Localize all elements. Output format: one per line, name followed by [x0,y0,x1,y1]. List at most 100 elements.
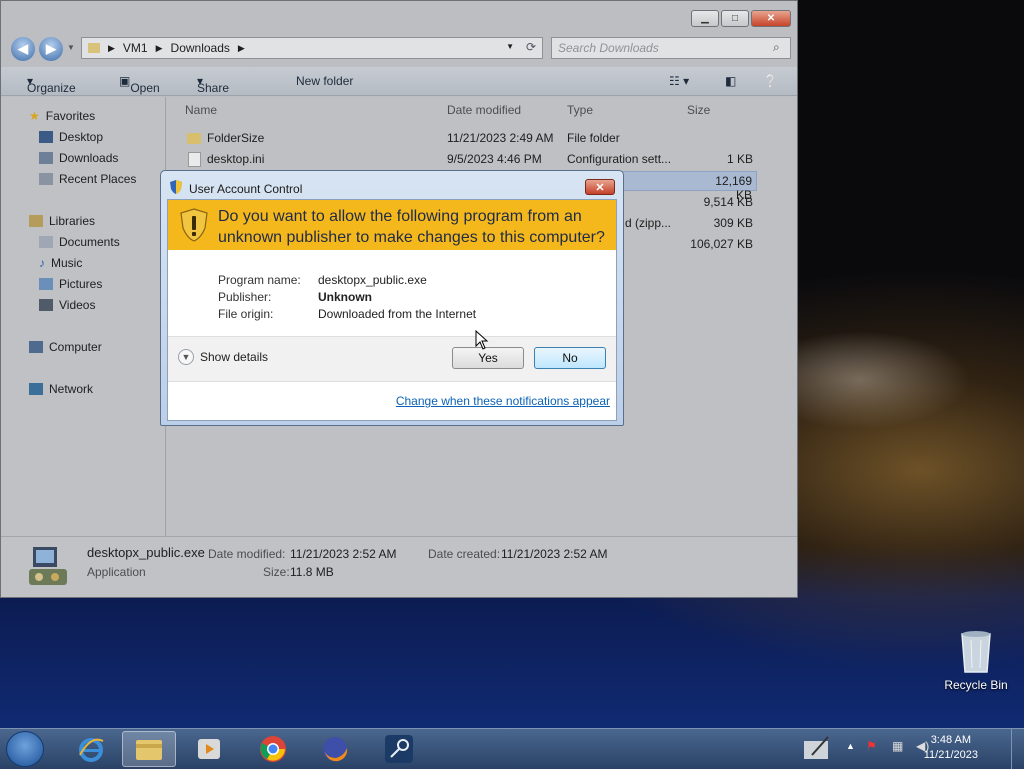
nav-downloads[interactable]: Downloads [39,151,118,165]
back-button[interactable]: ◀ [11,37,35,61]
recycle-bin[interactable]: Recycle Bin [940,630,1012,692]
internet-explorer-icon [79,738,104,762]
nav-recent-places[interactable]: Recent Places [39,172,136,186]
taskbar-chrome[interactable] [246,731,300,767]
breadcrumb-separator-icon: ▶ [108,42,115,53]
view-options-icon[interactable]: ☷ ▾ [669,74,689,88]
program-name-value: desktopx_public.exe [318,273,427,287]
details-created: 11/21/2023 2:52 AM [501,547,608,561]
file-size: 1 KB [726,152,753,166]
change-notifications-link[interactable]: Change when these notifications appear [396,394,610,408]
file-name: FolderSize [207,131,265,145]
share-with-button[interactable]: Share with ▾ [197,74,229,109]
taskbar-media-player[interactable] [182,731,236,767]
settings-file-icon [188,152,201,167]
file-size: 309 KB [713,216,753,230]
network-status-icon[interactable]: ▦ [892,739,903,753]
navigation-pane: ★ Favorites Desktop Downloads Recent Plac… [1,97,166,537]
recent-places-icon [39,173,53,185]
new-folder-button[interactable]: New folder [296,74,353,88]
details-size-label: Size: [263,565,290,579]
nav-documents[interactable]: Documents [39,235,120,249]
recent-pages-chevron-icon[interactable]: ▼ [67,43,75,52]
computer-icon [29,341,43,353]
chrome-icon [260,736,286,762]
action-center-icon[interactable] [802,735,832,763]
nav-music[interactable]: ♪ Music [39,256,82,270]
search-input[interactable]: Search Downloads [551,37,791,59]
videos-icon [39,299,53,311]
nav-pictures[interactable]: Pictures [39,277,102,291]
organize-button[interactable]: Organize ▾ [27,74,76,95]
file-type: Configuration sett... [567,152,672,166]
libraries-icon [29,215,43,227]
show-details-toggle[interactable]: ▼ Show details [178,349,268,365]
recycle-bin-icon [959,630,993,674]
firefox-icon [323,737,348,762]
pictures-icon [39,278,53,290]
refresh-icon[interactable]: ⟳ [526,40,536,54]
maximize-button[interactable]: □ [721,10,749,27]
column-date-modified[interactable]: Date modified [447,103,521,117]
details-filename: desktopx_public.exe [87,545,205,560]
file-row[interactable]: FolderSize 11/21/2023 2:49 AM File folde… [167,128,797,148]
preview-pane-icon[interactable]: ◧ [725,74,736,88]
file-date: 9/5/2023 4:46 PM [447,152,542,166]
publisher-value: Unknown [318,290,372,304]
network-icon [29,383,43,395]
nav-favorites[interactable]: ★ Favorites [29,109,95,123]
close-button[interactable]: ✕ [751,10,791,27]
recycle-bin-label: Recycle Bin [944,678,1008,692]
show-desktop-button[interactable] [1011,729,1024,769]
column-type[interactable]: Type [567,103,593,117]
taskbar-windows-explorer[interactable] [122,731,176,767]
file-size: 106,027 KB [690,237,753,251]
folder-icon [136,740,162,760]
taskbar-firefox[interactable] [308,731,362,767]
start-button[interactable] [6,731,44,767]
show-hidden-icons-icon[interactable]: ▲ [846,741,855,751]
chevron-down-icon: ▼ [178,349,194,365]
taskbar-internet-explorer[interactable] [64,731,118,767]
show-details-label: Show details [200,350,269,364]
open-button[interactable]: ▣ Open [119,74,160,95]
nav-network[interactable]: Network [29,382,93,396]
address-bar[interactable]: ▶ VM1 ▶ Downloads ▶ ▼ ⟳ [81,37,543,59]
nav-videos[interactable]: Videos [39,298,95,312]
breadcrumb-separator-icon: ▶ [237,42,245,53]
minimize-button[interactable]: ▁ [691,10,719,27]
address-dropdown-icon[interactable]: ▼ [506,42,514,51]
details-modified-label: Date modified: [208,547,286,561]
music-icon: ♪ [39,256,45,270]
details-size: 11.8 MB [290,565,334,579]
nav-desktop[interactable]: Desktop [39,130,103,144]
nav-libraries[interactable]: Libraries [29,214,95,228]
breadcrumb-vm1[interactable]: VM1 [123,41,148,55]
uac-question: Do you want to allow the following progr… [218,208,605,246]
program-name-label: Program name: [218,273,301,287]
folder-icon [88,43,100,53]
details-created-label: Date created: [428,547,501,561]
uac-title: User Account Control [189,181,303,196]
taskbar-key-app[interactable] [372,731,426,767]
file-row[interactable]: desktop.ini 9/5/2023 4:46 PM Configurati… [167,149,797,169]
clock-time: 3:48 AM [930,734,972,746]
nav-computer[interactable]: Computer [29,340,102,354]
breadcrumb-downloads[interactable]: Downloads [171,41,230,55]
media-player-icon [198,739,220,759]
file-type: File folder [567,131,620,145]
forward-button[interactable]: ▶ [39,37,63,61]
flag-icon[interactable]: ⚑ [866,739,877,753]
search-icon: ⌕ [773,40,780,54]
file-date: 11/21/2023 2:49 AM [447,131,554,145]
mouse-cursor-icon [475,329,489,353]
help-icon[interactable]: ❔ [763,74,778,88]
column-size[interactable]: Size [687,103,710,117]
clock-date: 11/21/2023 [923,749,978,761]
uac-close-button[interactable]: ✕ [585,179,615,195]
explorer-titlebar: ▁ □ ✕ [1,1,797,35]
star-icon: ★ [29,109,40,123]
column-name[interactable]: Name [185,103,217,117]
no-button[interactable]: No [534,347,606,369]
clock[interactable]: 3:48 AM 11/21/2023 [924,733,978,763]
